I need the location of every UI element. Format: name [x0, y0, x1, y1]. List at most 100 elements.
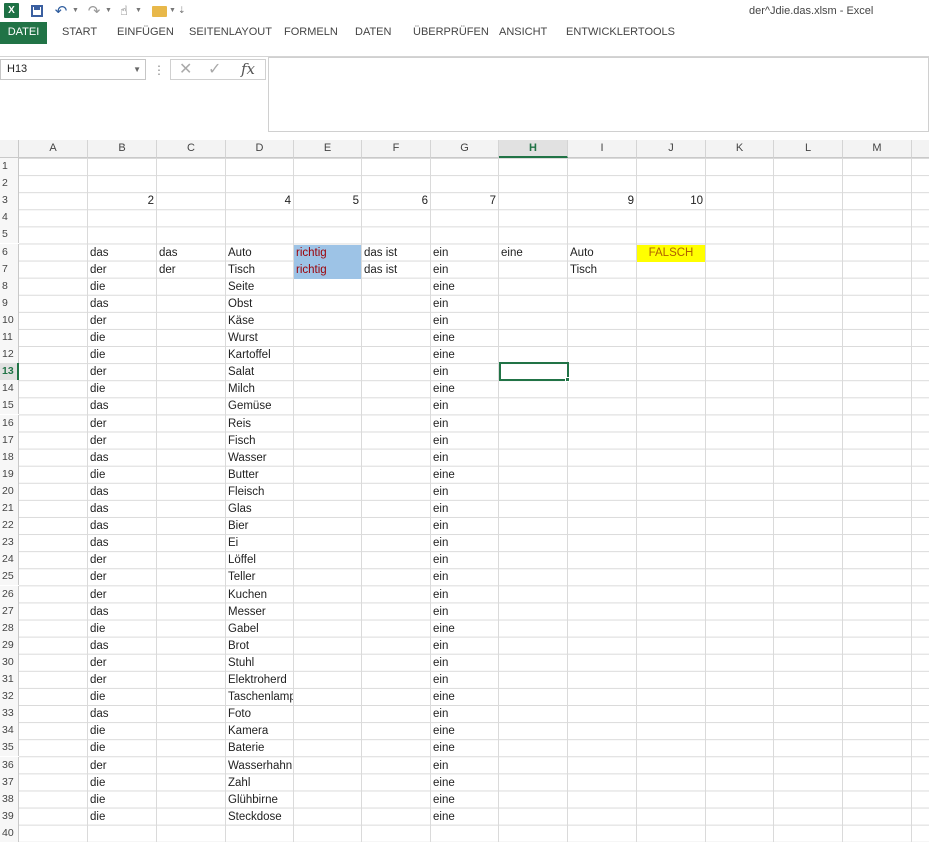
cell-e7[interactable]: richtig [294, 262, 361, 279]
cell-b13[interactable]: der [88, 364, 156, 381]
touch-mode-icon[interactable]: ☝ [116, 2, 132, 20]
column-header-l[interactable]: L [774, 140, 843, 158]
cell-g22[interactable]: ein [431, 518, 498, 535]
undo-dropdown-icon[interactable]: ▼ [72, 7, 79, 14]
touch-dropdown-icon[interactable]: ▼ [135, 7, 142, 14]
cell-c6[interactable]: das [157, 245, 225, 262]
cell-g30[interactable]: ein [431, 655, 498, 672]
column-header-e[interactable]: E [294, 140, 362, 158]
cell-f6[interactable]: das ist [362, 245, 430, 262]
cell-b37[interactable]: die [88, 775, 156, 792]
cell-d3[interactable]: 4 [226, 193, 293, 210]
row-header-30[interactable]: 30 [0, 654, 19, 671]
cell-d31[interactable]: Elektroherd [226, 672, 293, 689]
tab-daten[interactable]: DATEN [355, 22, 391, 44]
cell-d20[interactable]: Fleisch [226, 484, 293, 501]
cell-b24[interactable]: der [88, 552, 156, 569]
cell-g26[interactable]: ein [431, 587, 498, 604]
cell-g33[interactable]: ein [431, 706, 498, 723]
row-header-32[interactable]: 32 [0, 688, 19, 705]
row-header-38[interactable]: 38 [0, 791, 19, 808]
row-header-5[interactable]: 5 [0, 226, 19, 243]
active-cell-h13[interactable] [499, 362, 569, 381]
cell-g37[interactable]: eine [431, 775, 498, 792]
folder-dropdown-icon[interactable]: ▼ [169, 7, 176, 14]
row-header-28[interactable]: 28 [0, 620, 19, 637]
cell-b11[interactable]: die [88, 330, 156, 347]
cell-d19[interactable]: Butter [226, 467, 293, 484]
cell-g36[interactable]: ein [431, 758, 498, 775]
row-header-10[interactable]: 10 [0, 312, 19, 329]
cell-g20[interactable]: ein [431, 484, 498, 501]
column-header-h[interactable]: H [499, 140, 568, 158]
cell-d26[interactable]: Kuchen [226, 587, 293, 604]
cancel-icon[interactable]: ✕ [179, 60, 192, 79]
cell-b10[interactable]: der [88, 313, 156, 330]
cell-g34[interactable]: eine [431, 723, 498, 740]
column-header-a[interactable]: A [19, 140, 88, 158]
customize-toolbar-icon[interactable]: ⇣ [178, 5, 186, 16]
cell-d33[interactable]: Foto [226, 706, 293, 723]
cell-d18[interactable]: Wasser [226, 450, 293, 467]
tab-ueberpruefen[interactable]: ÜBERPRÜFEN [413, 22, 489, 44]
cell-g25[interactable]: ein [431, 569, 498, 586]
row-header-17[interactable]: 17 [0, 432, 19, 449]
cell-b23[interactable]: das [88, 535, 156, 552]
column-header-j[interactable]: J [637, 140, 706, 158]
row-header-40[interactable]: 40 [0, 825, 19, 842]
row-header-16[interactable]: 16 [0, 415, 19, 432]
undo-icon[interactable]: ↶ [53, 2, 69, 20]
cell-b21[interactable]: das [88, 501, 156, 518]
cell-b28[interactable]: die [88, 621, 156, 638]
row-header-2[interactable]: 2 [0, 175, 19, 192]
cell-d35[interactable]: Baterie [226, 740, 293, 757]
cell-b35[interactable]: die [88, 740, 156, 757]
row-header-35[interactable]: 35 [0, 739, 19, 756]
cell-c7[interactable]: der [157, 262, 225, 279]
cell-e3[interactable]: 5 [294, 193, 361, 210]
row-header-25[interactable]: 25 [0, 568, 19, 585]
cell-g19[interactable]: eine [431, 467, 498, 484]
row-header-20[interactable]: 20 [0, 483, 19, 500]
column-header-i[interactable]: I [568, 140, 637, 158]
excel-logo-icon[interactable]: X [4, 3, 19, 18]
cell-b29[interactable]: das [88, 638, 156, 655]
column-header-g[interactable]: G [431, 140, 499, 158]
row-header-15[interactable]: 15 [0, 397, 19, 414]
cell-g32[interactable]: eine [431, 689, 498, 706]
cell-g6[interactable]: ein [431, 245, 498, 262]
column-header-m[interactable]: M [843, 140, 912, 158]
tab-ansicht[interactable]: ANSICHT [499, 22, 547, 44]
cell-i7[interactable]: Tisch [568, 262, 636, 279]
row-header-27[interactable]: 27 [0, 603, 19, 620]
cell-j3[interactable]: 10 [637, 193, 705, 210]
cell-d29[interactable]: Brot [226, 638, 293, 655]
cell-g15[interactable]: ein [431, 398, 498, 415]
tab-formeln[interactable]: FORMELN [284, 22, 338, 44]
cell-d25[interactable]: Teller [226, 569, 293, 586]
cell-d34[interactable]: Kamera [226, 723, 293, 740]
cell-d9[interactable]: Obst [226, 296, 293, 313]
cell-g3[interactable]: 7 [431, 193, 498, 210]
cell-g8[interactable]: eine [431, 279, 498, 296]
row-header-13[interactable]: 13 [0, 363, 19, 380]
cell-d22[interactable]: Bier [226, 518, 293, 535]
fill-handle[interactable] [565, 377, 570, 382]
cell-d28[interactable]: Gabel [226, 621, 293, 638]
cell-b25[interactable]: der [88, 569, 156, 586]
cell-d36[interactable]: Wasserhahn [226, 758, 293, 775]
cell-b16[interactable]: der [88, 416, 156, 433]
cell-d6[interactable]: Auto [226, 245, 293, 262]
tab-einfuegen[interactable]: EINFÜGEN [117, 22, 174, 44]
cell-e6[interactable]: richtig [294, 245, 361, 262]
cell-g12[interactable]: eine [431, 347, 498, 364]
cell-d32[interactable]: Taschenlampe [226, 689, 293, 706]
row-header-12[interactable]: 12 [0, 346, 19, 363]
row-header-18[interactable]: 18 [0, 449, 19, 466]
cell-b9[interactable]: das [88, 296, 156, 313]
cell-i3[interactable]: 9 [568, 193, 636, 210]
name-box-dropdown-icon[interactable]: ▼ [133, 60, 141, 79]
row-header-26[interactable]: 26 [0, 586, 19, 603]
cell-b39[interactable]: die [88, 809, 156, 826]
row-header-14[interactable]: 14 [0, 380, 19, 397]
